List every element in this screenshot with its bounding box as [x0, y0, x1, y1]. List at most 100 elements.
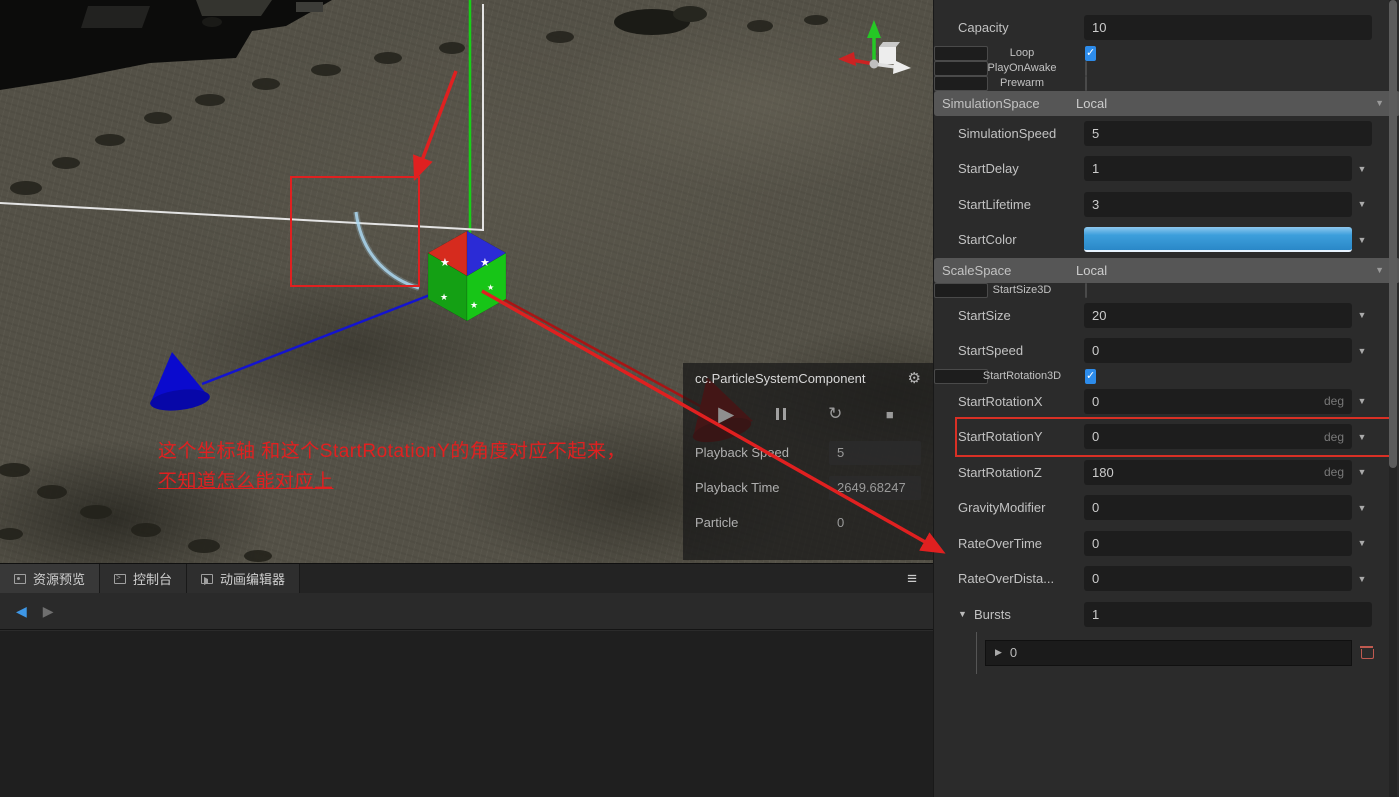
curve-dropdown-icon[interactable]: ▼	[1352, 467, 1372, 477]
console-icon	[114, 573, 127, 584]
field-value: 0	[1092, 429, 1100, 445]
property-label: StartRotation3D	[982, 369, 1062, 382]
simulationspace-select[interactable]: Local ▼	[1068, 90, 1392, 116]
property-label: Bursts	[974, 606, 1011, 622]
curve-dropdown-icon[interactable]: ▼	[1352, 503, 1372, 513]
inspector-row-startrotation3d: StartRotation3D ✓	[934, 368, 1097, 384]
startdelay-input[interactable]: 1	[1084, 156, 1352, 182]
playback-time-row: Playback Time 2649.68247	[683, 470, 933, 505]
tab-animation-editor[interactable]: 动画编辑器	[187, 564, 301, 593]
bottom-tab-bar: 资源预览 控制台 动画编辑器 ≡	[0, 563, 933, 593]
annotation-text-line2: 不知道怎么能对应上	[158, 471, 334, 492]
burst-item-header[interactable]: ▶ 0	[985, 639, 1352, 666]
restart-button[interactable]: ↻	[818, 399, 852, 429]
property-label: StartLifetime	[958, 196, 1031, 212]
inspector-row-scalespace: ScaleSpace Local ▼	[934, 257, 1399, 283]
dropdown-arrow-icon: ▼	[1375, 98, 1384, 108]
rateoverdista-input[interactable]: 0	[1084, 566, 1352, 592]
startrotationx-input[interactable]: 0 deg	[1084, 388, 1352, 414]
field-value: 0	[1092, 343, 1100, 359]
inspector-row-startrotationz: StartRotationZ 180 deg ▼	[934, 455, 1399, 491]
inspector-row-rateovertime: RateOverTime 0 ▼	[934, 526, 1399, 562]
expand-icon: ▶	[995, 647, 1002, 658]
curve-dropdown-icon[interactable]: ▼	[1352, 538, 1372, 548]
curve-dropdown-icon[interactable]: ▼	[1352, 199, 1372, 209]
tab-label: 资源预览	[33, 572, 86, 587]
property-label: StartColor	[958, 232, 1017, 248]
annotation-rectangle	[290, 176, 420, 287]
curve-dropdown-icon[interactable]: ▼	[1352, 432, 1372, 442]
property-label: StartRotationX	[958, 393, 1043, 409]
annotation-arrow-down	[413, 70, 458, 181]
forward-arrow-button[interactable]: ▶	[43, 603, 54, 620]
inspector-row-loop: Loop ✓	[934, 45, 1097, 61]
startcolor-swatch[interactable]	[1084, 227, 1352, 253]
startsize-input[interactable]: 20	[1084, 302, 1352, 328]
curve-dropdown-icon[interactable]: ▼	[1352, 164, 1372, 174]
inspector-row-startsize: StartSize 20 ▼	[934, 298, 1399, 334]
property-label: StartSpeed	[958, 343, 1024, 359]
curve-dropdown-icon[interactable]: ▼	[1352, 346, 1372, 356]
property-label: PlayOnAwake	[987, 61, 1057, 74]
inspector-row-startspeed: StartSpeed 0 ▼	[934, 333, 1399, 369]
tab-assets-preview[interactable]: 资源预览	[0, 564, 101, 593]
field-value: 0	[1092, 535, 1100, 551]
tab-label: 控制台	[133, 572, 173, 587]
play-button[interactable]: ▶	[709, 399, 743, 429]
editor-root: ★ ★ ★ ★ ★ 这个坐标轴 和这个StartRotationY的角度对应不起…	[0, 0, 1399, 797]
loop-checkbox[interactable]: ✓	[1085, 45, 1097, 61]
z-axis-blue	[150, 289, 441, 411]
property-label: SimulationSpeed	[958, 125, 1057, 141]
burst-item-label: 0	[1009, 645, 1018, 661]
startrotationz-input[interactable]: 180 deg	[1084, 459, 1352, 485]
gear-icon[interactable]: ⚙	[908, 369, 921, 387]
inspector-scrollbar[interactable]	[1389, 0, 1397, 797]
curve-dropdown-icon[interactable]: ▼	[1352, 310, 1372, 320]
startsize3d-checkbox[interactable]	[1085, 282, 1087, 298]
particle-count-label: Particle	[695, 515, 739, 530]
pause-button[interactable]	[764, 399, 798, 429]
inspector-row-capacity: Capacity 10	[934, 10, 1399, 46]
svg-text:★: ★	[440, 292, 448, 302]
simulationspeed-input[interactable]: 5	[1084, 120, 1372, 146]
prewarm-checkbox[interactable]	[1085, 75, 1087, 91]
playonawake-checkbox[interactable]	[1085, 60, 1087, 76]
scalespace-select[interactable]: Local ▼	[1068, 257, 1392, 283]
panel-menu-icon[interactable]: ≡	[907, 569, 917, 589]
scene-viewport[interactable]: ★ ★ ★ ★ ★ 这个坐标轴 和这个StartRotationY的角度对应不起…	[0, 0, 933, 563]
animation-editor-icon	[201, 573, 214, 585]
z-axis-arrow-icon	[893, 60, 911, 74]
tab-console[interactable]: 控制台	[100, 564, 188, 593]
preview-toolbar: ◀ ▶	[0, 593, 933, 630]
burst-item: ▶ 0	[976, 632, 1374, 674]
field-value: 180	[1092, 464, 1114, 480]
field-value: 20	[1092, 307, 1107, 323]
bursts-input[interactable]: 1	[1084, 601, 1372, 627]
stop-button[interactable]: ■	[873, 399, 907, 429]
playback-time-value: 2649.68247	[829, 475, 921, 500]
curve-dropdown-icon[interactable]: ▼	[1352, 574, 1372, 584]
startrotation3d-checkbox[interactable]: ✓	[1085, 368, 1097, 384]
startspeed-input[interactable]: 0	[1084, 338, 1352, 364]
capacity-input[interactable]: 10	[1084, 15, 1372, 41]
back-arrow-button[interactable]: ◀	[16, 603, 27, 620]
playback-speed-label: Playback Speed	[695, 445, 789, 460]
playback-speed-row: Playback Speed 5	[683, 435, 933, 470]
collapse-icon[interactable]: ▼	[958, 609, 974, 619]
gravitymodifier-input[interactable]: 0	[1084, 495, 1352, 521]
scrollbar-thumb[interactable]	[1389, 0, 1397, 468]
startrotationy-input[interactable]: 0 deg	[1084, 424, 1352, 450]
inspector-row-startcolor: StartColor ▼	[934, 222, 1399, 258]
playback-speed-input[interactable]: 5	[829, 440, 921, 465]
tab-label: 动画编辑器	[220, 572, 286, 587]
particle-count-value: 0	[837, 515, 845, 530]
startlifetime-input[interactable]: 3	[1084, 191, 1352, 217]
curve-dropdown-icon[interactable]: ▼	[1352, 396, 1372, 406]
inspector-row-playonawake: PlayOnAwake	[934, 60, 1087, 76]
select-value: Local	[1076, 262, 1108, 278]
curve-dropdown-icon[interactable]: ▼	[1352, 235, 1372, 245]
delete-burst-icon[interactable]	[1360, 646, 1374, 660]
view-gizmo	[838, 20, 911, 74]
property-label: SimulationSpace	[942, 95, 1040, 111]
rateovertime-input[interactable]: 0	[1084, 530, 1352, 556]
